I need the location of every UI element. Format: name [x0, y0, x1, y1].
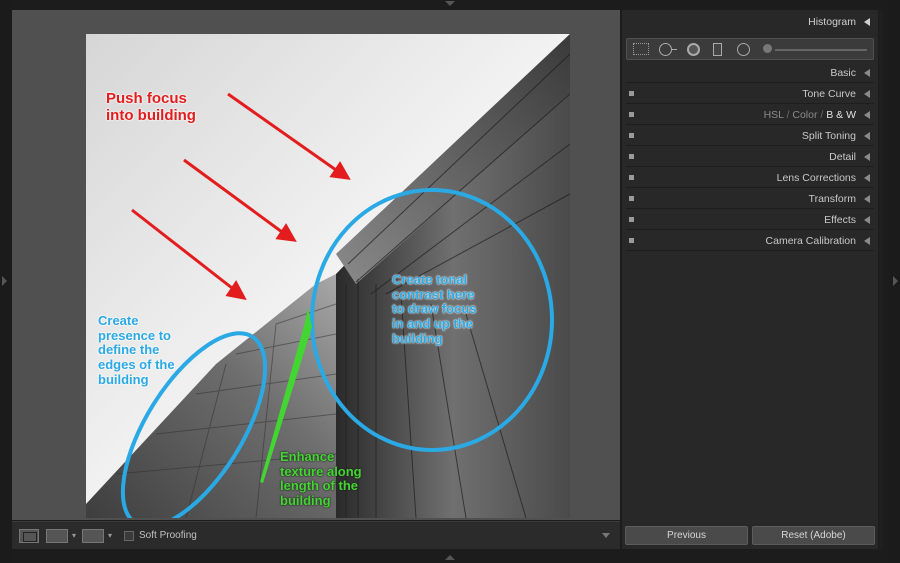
- before-after-view-button[interactable]: [46, 529, 68, 543]
- adjustment-brush-icon[interactable]: [763, 44, 772, 53]
- expand-triangle-icon[interactable]: [864, 174, 870, 182]
- hsl-separator: /: [820, 109, 824, 121]
- section-camera-calibration[interactable]: Camera Calibration: [626, 232, 874, 251]
- panel-button-bar: Previous Reset (Adobe): [622, 521, 878, 549]
- filmstrip-toggle-icon[interactable]: [445, 555, 455, 560]
- right-develop-panel: Histogram Basic Tone Curve HSL / Color /…: [622, 10, 878, 549]
- loupe-view-button[interactable]: [19, 529, 39, 543]
- photo[interactable]: Push focus into building Create presence…: [86, 34, 570, 518]
- collapse-triangle-icon[interactable]: [864, 18, 870, 26]
- section-transform[interactable]: Transform: [626, 190, 874, 209]
- image-canvas[interactable]: Push focus into building Create presence…: [12, 10, 620, 520]
- expand-triangle-icon[interactable]: [864, 237, 870, 245]
- spot-removal-icon[interactable]: [659, 43, 677, 56]
- radial-filter-icon[interactable]: [737, 43, 750, 56]
- right-panel-toggle-icon[interactable]: [893, 276, 898, 286]
- section-detail[interactable]: Detail: [626, 148, 874, 167]
- reset-button[interactable]: Reset (Adobe): [752, 526, 875, 545]
- previous-button[interactable]: Previous: [625, 526, 748, 545]
- expand-triangle-icon[interactable]: [864, 153, 870, 161]
- left-panel-toggle-icon[interactable]: [2, 276, 7, 286]
- annotation-tonal-contrast: Create tonal contrast here to draw focus…: [392, 272, 477, 346]
- section-effects[interactable]: Effects: [626, 211, 874, 230]
- panel-switch-icon[interactable]: [629, 196, 634, 201]
- section-hsl-color-bw[interactable]: HSL / Color / B & W: [626, 106, 874, 125]
- crop-overlay-icon[interactable]: [633, 43, 649, 55]
- annotation-enhance-texture: Enhance texture along length of the buil…: [280, 449, 362, 509]
- expand-triangle-icon[interactable]: [864, 195, 870, 203]
- panel-switch-icon[interactable]: [629, 238, 634, 243]
- panel-scrollbar[interactable]: [879, 10, 883, 549]
- section-split-toning[interactable]: Split Toning: [626, 127, 874, 146]
- swap-caret-icon[interactable]: ▾: [108, 531, 112, 540]
- panel-switch-icon[interactable]: [629, 175, 634, 180]
- tab-bw[interactable]: B & W: [826, 109, 856, 121]
- panel-switch-icon[interactable]: [629, 112, 634, 117]
- section-lens-corrections[interactable]: Lens Corrections: [626, 169, 874, 188]
- toolbar-content-dropdown-icon[interactable]: [600, 530, 612, 542]
- hsl-separator: /: [786, 109, 790, 121]
- section-basic[interactable]: Basic: [626, 64, 874, 83]
- expand-triangle-icon[interactable]: [864, 69, 870, 77]
- top-panel-toggle-icon[interactable]: [445, 1, 455, 6]
- tool-strip: [626, 38, 874, 60]
- soft-proofing-checkbox[interactable]: [124, 531, 134, 541]
- expand-triangle-icon[interactable]: [864, 90, 870, 98]
- develop-toolbar: ▾ ▾ Soft Proofing: [12, 521, 620, 549]
- before-after-caret-icon[interactable]: ▾: [72, 531, 76, 540]
- expand-triangle-icon[interactable]: [864, 132, 870, 140]
- histogram-header[interactable]: Histogram: [626, 12, 874, 32]
- expand-triangle-icon[interactable]: [864, 216, 870, 224]
- panel-switch-icon[interactable]: [629, 154, 634, 159]
- panel-switch-icon[interactable]: [629, 133, 634, 138]
- panel-switch-icon[interactable]: [629, 217, 634, 222]
- tab-color[interactable]: Color: [792, 109, 817, 121]
- annotation-push-focus: Push focus into building: [106, 90, 196, 124]
- graduated-filter-icon[interactable]: [713, 43, 722, 56]
- red-eye-icon[interactable]: [687, 43, 700, 56]
- section-tone-curve[interactable]: Tone Curve: [626, 85, 874, 104]
- tab-hsl[interactable]: HSL: [764, 109, 784, 121]
- soft-proofing-label[interactable]: Soft Proofing: [139, 530, 197, 541]
- before-after-swap-button[interactable]: [82, 529, 104, 543]
- tool-slider[interactable]: [775, 49, 867, 51]
- panel-switch-icon[interactable]: [629, 91, 634, 96]
- histogram-label: Histogram: [808, 16, 856, 28]
- expand-triangle-icon[interactable]: [864, 111, 870, 119]
- annotation-create-presence: Create presence to define the edges of t…: [98, 313, 175, 387]
